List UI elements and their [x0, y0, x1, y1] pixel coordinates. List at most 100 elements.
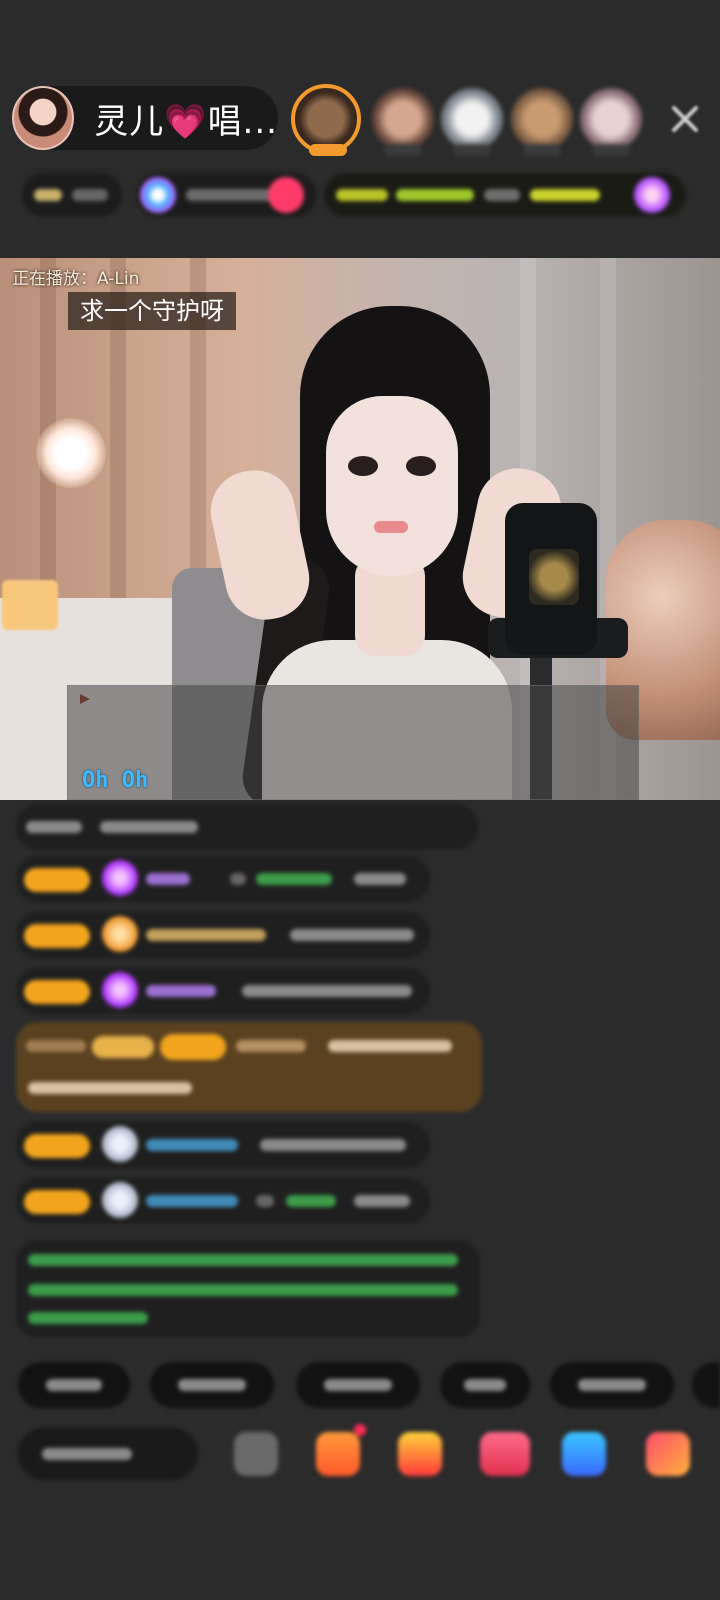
chat-bar: [354, 873, 406, 885]
lamp: [36, 418, 106, 488]
chat-bar: [354, 1195, 410, 1207]
level-badge: [24, 1134, 90, 1158]
chat-bar: [146, 985, 216, 997]
play-indicator-icon: [80, 694, 90, 704]
quick-reply-chip[interactable]: [550, 1362, 674, 1408]
more-icon[interactable]: [234, 1432, 278, 1476]
chat-bar: [28, 1082, 192, 1094]
star-icon: [140, 177, 176, 213]
activity-ticker[interactable]: [324, 173, 686, 217]
viewer-rank-badge: [523, 144, 561, 156]
viewer-avatar-2[interactable]: [372, 88, 434, 156]
system-notice: [16, 1240, 480, 1338]
chat-bar: [236, 1040, 306, 1052]
chat-message: [16, 1122, 430, 1168]
rank-icon: [34, 189, 62, 201]
host-info-pill[interactable]: 灵儿💗唱...: [12, 86, 278, 150]
input-placeholder-bar: [42, 1448, 132, 1460]
viewer-rank-badge: [309, 144, 347, 156]
streamer-face: [326, 396, 458, 576]
notification-dot: [354, 1424, 366, 1436]
chip-label-bar: [464, 1379, 506, 1391]
mic-grill: [529, 549, 579, 605]
chat-bar: [230, 873, 246, 885]
guard-request-banner: 求一个守护呀: [68, 292, 236, 330]
chat-bar: [26, 1040, 86, 1052]
chat-bar: [100, 821, 198, 833]
apps-icon[interactable]: [646, 1432, 690, 1476]
avatar-icon: [102, 1182, 138, 1218]
host-name: 灵儿💗唱...: [94, 94, 278, 143]
close-button[interactable]: [662, 96, 708, 142]
level-badge: [24, 868, 90, 892]
notice-bar: [28, 1254, 458, 1266]
gift-box-icon[interactable]: [398, 1432, 442, 1476]
avatar-icon: [102, 1126, 138, 1162]
chat-message: [16, 912, 430, 958]
gem-icon: [102, 972, 138, 1008]
viewer-avatar-3[interactable]: [441, 88, 503, 156]
chat-bar: [26, 821, 82, 833]
chat-bar: [256, 873, 332, 885]
viewer-rank-badge: [384, 144, 422, 156]
host-name-suffix: 唱...: [207, 101, 278, 142]
chat-bar: [260, 1139, 406, 1151]
chat-bar: [242, 985, 412, 997]
level-badge: [24, 924, 90, 948]
chat-message: [16, 856, 430, 902]
level-badge: [24, 980, 90, 1004]
lyrics-panel: Oh Oh: [67, 685, 639, 800]
chat-bar: [290, 929, 414, 941]
viewer-avatar-5[interactable]: [580, 88, 642, 156]
ticker-bar: [336, 189, 388, 201]
viewer-rank-badge: [592, 144, 630, 156]
chat-bar: [146, 1195, 238, 1207]
heart-gift-icon[interactable]: [480, 1432, 530, 1476]
notice-bar: [28, 1284, 458, 1296]
chip-label-bar: [324, 1379, 392, 1391]
ticker-bar: [530, 189, 600, 201]
chat-bar: [146, 1139, 238, 1151]
quick-reply-chip[interactable]: [18, 1362, 130, 1408]
microphone: [505, 503, 597, 655]
notice-bar: [28, 1312, 148, 1324]
level-badge: [24, 1190, 90, 1214]
game-icon[interactable]: [562, 1432, 606, 1476]
chat-input[interactable]: [18, 1428, 198, 1480]
hot-rank-chip[interactable]: [22, 173, 122, 217]
chip-label-bar: [578, 1379, 646, 1391]
eye: [406, 456, 436, 476]
chip-label-bar: [46, 1379, 102, 1391]
quick-reply-chip[interactable]: [440, 1362, 530, 1408]
viewer-avatar-4[interactable]: [511, 88, 573, 156]
viewer-avatar-1[interactable]: [291, 84, 361, 156]
chat-bar: [146, 929, 266, 941]
lips: [374, 521, 408, 533]
quick-reply-chip[interactable]: [150, 1362, 274, 1408]
chip-label-bar: [178, 1379, 246, 1391]
gift-icon[interactable]: [634, 177, 670, 213]
chat-bar: [328, 1040, 452, 1052]
lyrics-line: Oh Oh: [82, 768, 149, 793]
fire-icon[interactable]: [268, 177, 304, 213]
heart-icon: 💗: [164, 101, 208, 142]
fan-badge: [92, 1036, 154, 1058]
gem-icon: [102, 860, 138, 896]
rank-bar: [72, 189, 108, 201]
quick-reply-chip[interactable]: [296, 1362, 420, 1408]
ticker-bar: [396, 189, 474, 201]
badge-icon: [102, 916, 138, 952]
close-icon: [672, 106, 698, 132]
eye: [348, 456, 378, 476]
now-playing-label: 正在播放：A-Lin: [12, 269, 140, 289]
bag-icon[interactable]: [316, 1424, 366, 1476]
chat-message: [16, 968, 430, 1014]
level-badge: [160, 1034, 226, 1060]
room-info-row: [22, 168, 712, 222]
chat-message-highlighted: [16, 1022, 482, 1112]
quick-reply-chip[interactable]: [692, 1362, 720, 1408]
chat-message: [16, 804, 478, 850]
ticker-bar: [484, 189, 520, 201]
viewer-rank-badge: [453, 144, 491, 156]
host-avatar[interactable]: [12, 86, 75, 150]
